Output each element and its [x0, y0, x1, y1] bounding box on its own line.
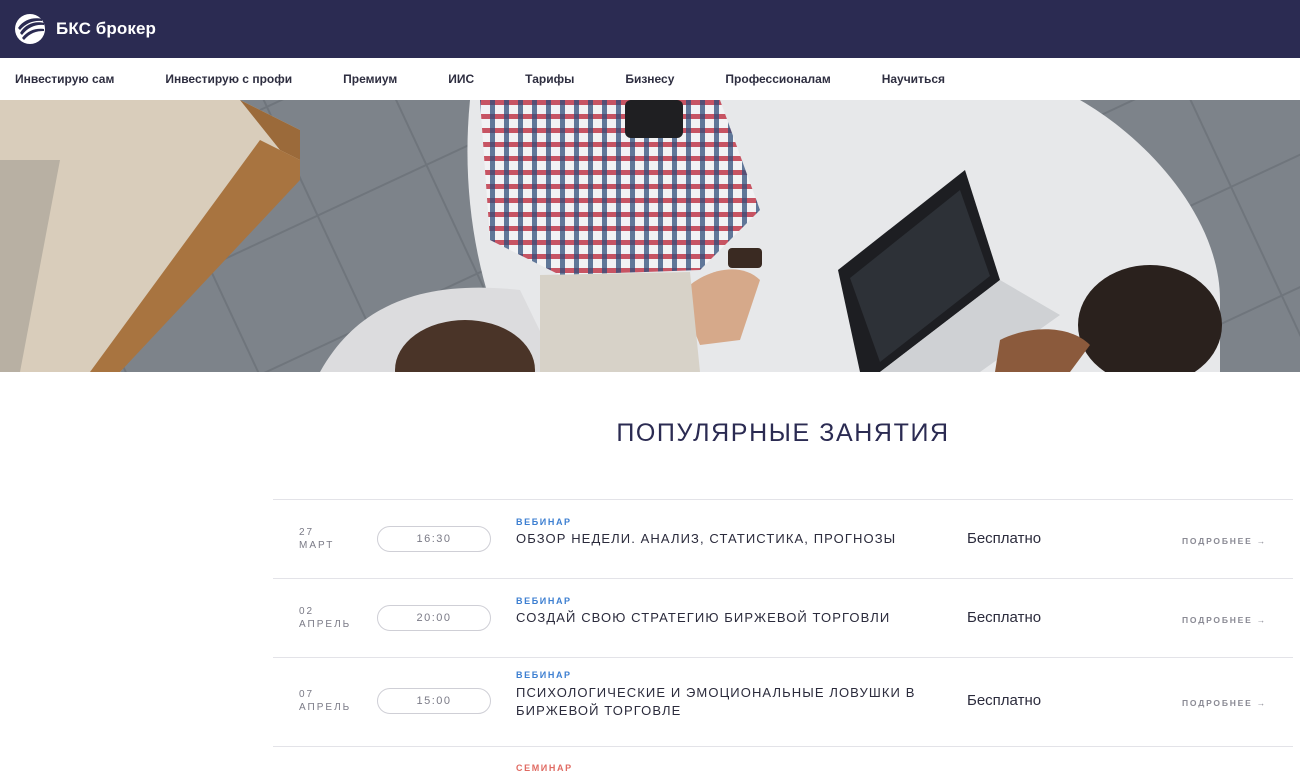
event-price: Бесплатно: [967, 692, 1042, 709]
nav-item-business[interactable]: Бизнесу: [625, 72, 674, 86]
event-title-link[interactable]: ОБЗОР НЕДЕЛИ. АНАЛИЗ, СТАТИСТИКА, ПРОГНО…: [516, 530, 936, 548]
event-price: Бесплатно: [967, 530, 1042, 547]
event-row[interactable]: 07 АПРЕЛЬ 15:00 ВЕБИНАР ПСИХОЛОГИЧЕСКИЕ …: [273, 657, 1293, 746]
top-header: БКС брокер: [0, 0, 1300, 58]
event-type-label: ВЕБИНАР: [516, 517, 572, 527]
nav-item-professionals[interactable]: Профессионалам: [725, 72, 830, 86]
event-type-label: СЕМИНАР: [516, 763, 573, 773]
event-time-badge: 15:00: [377, 688, 491, 714]
event-price: Бесплатно: [967, 609, 1042, 626]
nav-item-premium[interactable]: Премиум: [343, 72, 397, 86]
event-type-label: ВЕБИНАР: [516, 596, 572, 606]
nav-item-tariffs[interactable]: Тарифы: [525, 72, 574, 86]
event-day: 07: [299, 689, 315, 700]
hero-image: [0, 100, 1300, 372]
event-row[interactable]: СЕМИНАР: [273, 746, 1293, 774]
event-month: АПРЕЛЬ: [299, 619, 352, 630]
section-title: ПОПУЛЯРНЫЕ ЗАНЯТИЯ: [616, 419, 950, 447]
bks-wave-logo-icon[interactable]: [14, 13, 46, 45]
nav-item-invest-pro[interactable]: Инвестирую с профи: [165, 72, 292, 86]
event-time-badge: 20:00: [377, 605, 491, 631]
event-title-link[interactable]: СОЗДАЙ СВОЮ СТРАТЕГИЮ БИРЖЕВОЙ ТОРГОВЛИ: [516, 609, 936, 627]
event-row[interactable]: 02 АПРЕЛЬ 20:00 ВЕБИНАР СОЗДАЙ СВОЮ СТРА…: [273, 578, 1293, 657]
event-day: 02: [299, 606, 315, 617]
event-title-link[interactable]: ПСИХОЛОГИЧЕСКИЕ И ЭМОЦИОНАЛЬНЫЕ ЛОВУШКИ …: [516, 684, 936, 720]
brand-name[interactable]: БКС брокер: [56, 19, 156, 39]
event-type-label: ВЕБИНАР: [516, 670, 572, 680]
nav-item-learn[interactable]: Научиться: [882, 72, 945, 86]
event-time-badge: 16:30: [377, 526, 491, 552]
nav-item-invest-self[interactable]: Инвестирую сам: [15, 72, 114, 86]
event-more-link[interactable]: ПОДРОБНЕЕ →: [1182, 615, 1267, 625]
event-date: 27 МАРТ: [299, 526, 334, 552]
event-month: АПРЕЛЬ: [299, 702, 352, 713]
event-date: 07 АПРЕЛЬ: [299, 688, 351, 714]
event-row[interactable]: 27 МАРТ 16:30 ВЕБИНАР ОБЗОР НЕДЕЛИ. АНАЛ…: [273, 499, 1293, 578]
event-date: 02 АПРЕЛЬ: [299, 605, 351, 631]
main-nav: Инвестирую сам Инвестирую с профи Премиу…: [0, 58, 1300, 100]
nav-item-iis[interactable]: ИИС: [448, 72, 474, 86]
event-more-link[interactable]: ПОДРОБНЕЕ →: [1182, 536, 1267, 546]
event-more-link[interactable]: ПОДРОБНЕЕ →: [1182, 698, 1267, 708]
event-month: МАРТ: [299, 540, 335, 551]
event-day: 27: [299, 527, 315, 538]
events-list: 27 МАРТ 16:30 ВЕБИНАР ОБЗОР НЕДЕЛИ. АНАЛ…: [273, 499, 1293, 774]
